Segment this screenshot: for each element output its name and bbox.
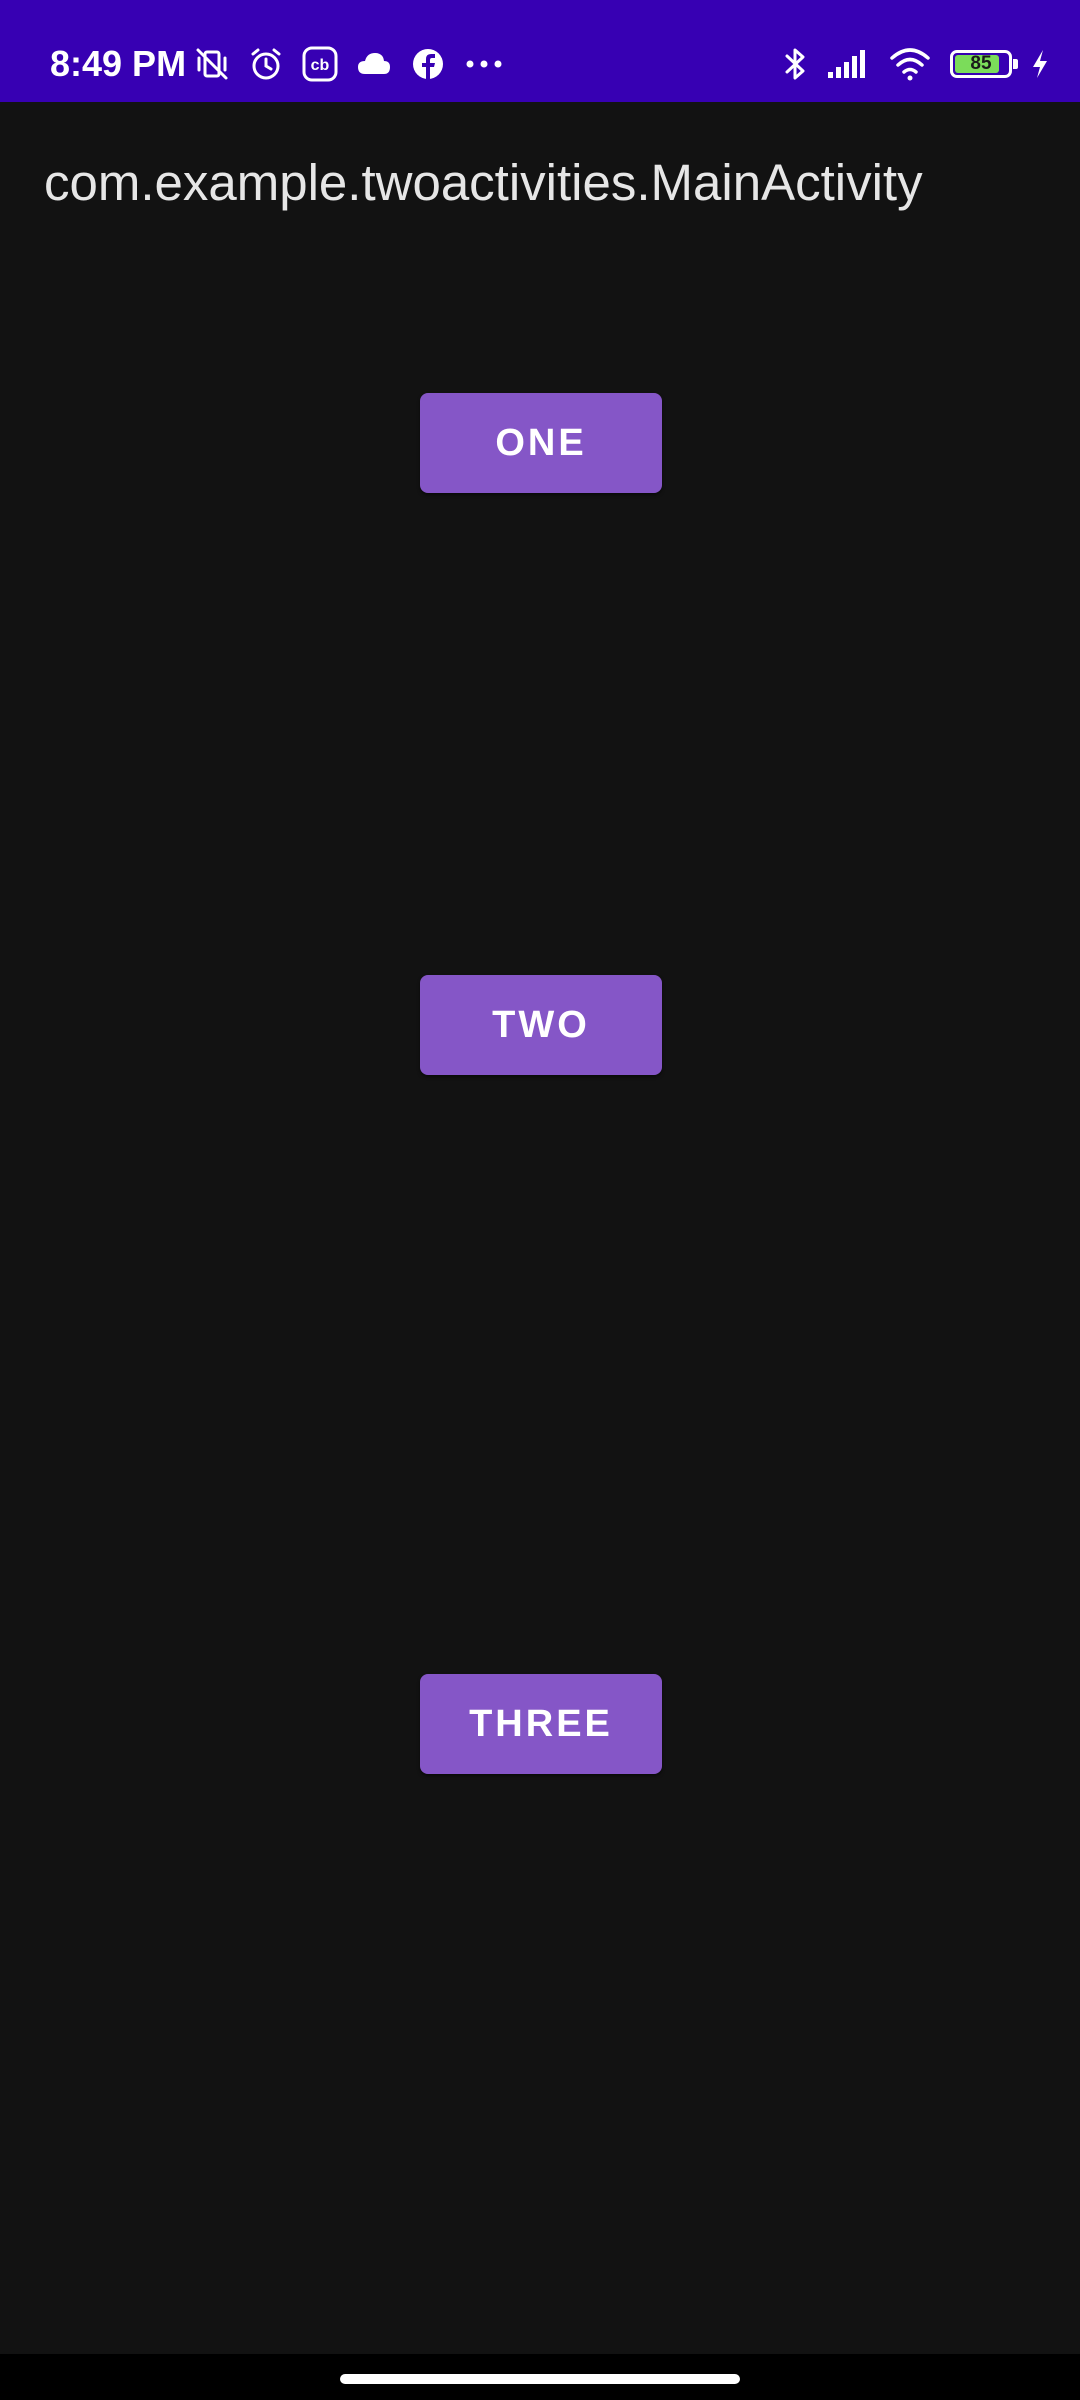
- screen: 8:49 PM cb 85 com.example.twoactivities.…: [0, 0, 1080, 2400]
- page-title: com.example.twoactivities.MainActivity: [44, 154, 923, 211]
- three-button[interactable]: THREE: [420, 1674, 662, 1774]
- status-icons-right: 85: [782, 40, 1050, 88]
- app-bar: com.example.twoactivities.MainActivity: [0, 102, 1080, 262]
- status-icons-left: cb: [192, 40, 506, 88]
- battery-icon: 85: [950, 50, 1018, 78]
- battery-indicator: 85: [950, 50, 1018, 78]
- status-time: 8:49 PM: [50, 43, 187, 84]
- bluetooth-icon: [782, 44, 808, 84]
- cb-app-icon: cb: [300, 44, 340, 84]
- battery-level: 85: [970, 53, 992, 74]
- two-button[interactable]: TWO: [420, 975, 662, 1075]
- wifi-icon: [888, 44, 932, 84]
- home-indicator[interactable]: [340, 2374, 740, 2384]
- cb-app-label: cb: [311, 57, 330, 74]
- vibrate-off-icon: [192, 44, 232, 84]
- cloud-icon: [354, 44, 394, 84]
- facebook-icon: [408, 44, 448, 84]
- one-button[interactable]: ONE: [420, 393, 662, 493]
- charging-bolt-icon: [1030, 44, 1050, 84]
- status-bar: 8:49 PM cb 85: [0, 0, 1080, 102]
- alarm-icon: [246, 44, 286, 84]
- cellular-signal-icon: [826, 44, 870, 84]
- navigation-bar: [0, 2354, 1080, 2400]
- more-dots-icon: [462, 44, 506, 84]
